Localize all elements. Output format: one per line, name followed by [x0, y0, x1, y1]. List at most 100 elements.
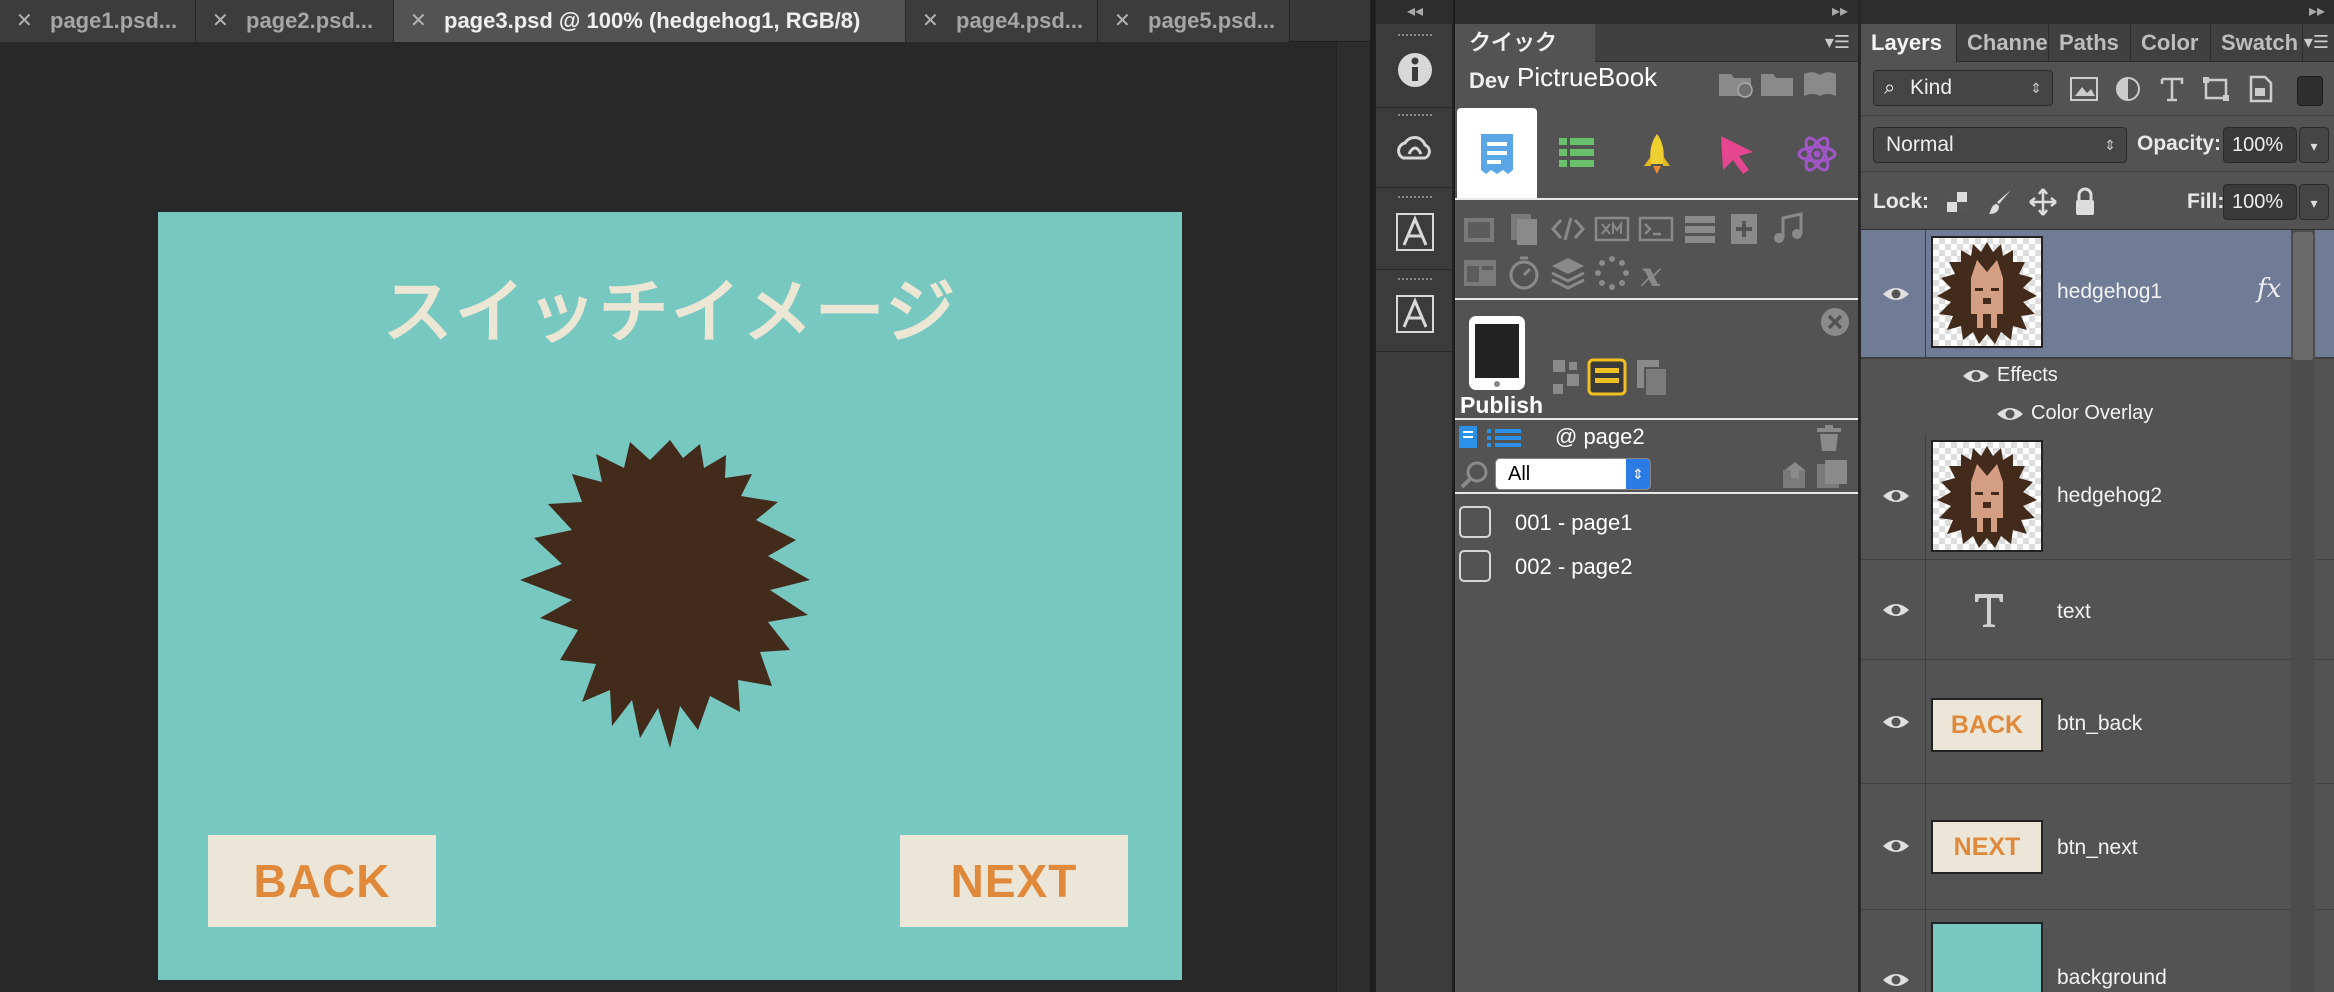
tab-swatches[interactable]: Swatch	[2211, 24, 2303, 62]
layer-thumbnail[interactable]	[1931, 236, 2043, 348]
layer-row-btn-next[interactable]: NEXT btn_next	[1861, 784, 2334, 910]
opacity-input[interactable]: 100%	[2223, 127, 2297, 163]
new-folder-icon[interactable]	[1717, 66, 1755, 100]
web-icon[interactable]	[1461, 254, 1499, 292]
close-icon[interactable]: ✕	[922, 0, 939, 42]
opacity-dropdown[interactable]: ▾	[2299, 127, 2329, 163]
pages-icon[interactable]	[1505, 210, 1543, 248]
export-icon[interactable]	[1781, 460, 1811, 490]
mode-tab-react[interactable]	[1777, 108, 1857, 198]
lock-position-move-icon[interactable]	[2027, 186, 2059, 218]
mode-tab-list[interactable]	[1537, 108, 1617, 198]
layer-thumbnail[interactable]: BACK	[1931, 698, 2043, 752]
layer-name[interactable]: text	[2057, 600, 2091, 624]
panel-menu-icon[interactable]: ▾☰	[2304, 32, 2329, 53]
tab-channels[interactable]: Channe	[1957, 24, 2049, 62]
doc-tab-page5[interactable]: ✕ page5.psd...	[1098, 0, 1290, 42]
doc-tab-page1[interactable]: ✕ page1.psd...	[0, 0, 196, 42]
grip-icon[interactable]	[1398, 196, 1432, 200]
layer-row-text[interactable]: text	[1861, 560, 2334, 660]
layer-name[interactable]: background	[2057, 966, 2167, 990]
next-button-art[interactable]: NEXT	[900, 835, 1128, 927]
server-icon[interactable]	[1681, 210, 1719, 248]
page-view-icon[interactable]	[1457, 424, 1481, 450]
close-icon[interactable]: ✕	[1114, 0, 1131, 42]
pixel-filter-icon[interactable]	[2067, 74, 2101, 104]
layer-row-hedgehog1[interactable]: hedgehog1 fx	[1861, 230, 2334, 358]
kind-filter-select[interactable]: ⌕ Kind ⇕	[1873, 70, 2053, 106]
page-checkbox[interactable]	[1459, 550, 1491, 582]
visibility-eye-icon[interactable]	[1881, 836, 1911, 856]
doc-tab-page2[interactable]: ✕ page2.psd...	[196, 0, 394, 42]
panel-collapse-button[interactable]: ▸▸	[1455, 0, 1858, 24]
layer-thumbnail[interactable]: NEXT	[1931, 820, 2043, 874]
layers-scrollbar-thumb[interactable]	[2293, 232, 2313, 360]
visibility-eye-icon[interactable]	[1881, 712, 1911, 732]
panel-collapse-button[interactable]: ▸▸	[1861, 0, 2334, 24]
layers-icon[interactable]	[1549, 254, 1587, 292]
book-icon[interactable]	[1801, 66, 1839, 100]
hedgehog-silhouette[interactable]	[520, 440, 820, 750]
dock-character-button[interactable]	[1376, 190, 1454, 270]
layer-thumbnail[interactable]	[1931, 922, 2043, 992]
add-file-icon[interactable]	[1725, 210, 1763, 248]
layer-name[interactable]: btn_next	[2057, 836, 2138, 860]
visibility-eye-icon[interactable]	[1995, 404, 2025, 424]
layer-name[interactable]: hedgehog1	[2057, 280, 2162, 304]
lock-pixels-brush-icon[interactable]	[1985, 186, 2017, 218]
trash-icon[interactable]	[1815, 424, 1843, 452]
tab-paths[interactable]: Paths	[2049, 24, 2131, 62]
close-icon[interactable]: ✕	[16, 0, 33, 42]
qr-code-icon[interactable]	[1551, 358, 1581, 398]
grip-icon[interactable]	[1398, 34, 1432, 38]
layer-row-hedgehog2[interactable]: hedgehog2	[1861, 434, 2334, 560]
close-icon[interactable]: ✕	[212, 0, 229, 42]
terminal-icon[interactable]	[1637, 210, 1675, 248]
list-view-icon[interactable]	[1485, 428, 1523, 448]
effects-row[interactable]: Effects	[1861, 356, 2334, 394]
filter-toggle[interactable]	[2297, 76, 2323, 106]
adjustment-filter-icon[interactable]	[2111, 74, 2145, 104]
page-filter-select[interactable]: All ⇕	[1495, 458, 1651, 490]
mode-tab-select[interactable]	[1697, 108, 1777, 198]
dock-cloud-button[interactable]	[1376, 108, 1454, 188]
blend-mode-select[interactable]: Normal ⇕	[1873, 127, 2127, 163]
tab-color[interactable]: Color	[2131, 24, 2211, 62]
timer-icon[interactable]	[1505, 254, 1543, 292]
grip-icon[interactable]	[1398, 278, 1432, 282]
visibility-eye-icon[interactable]	[1961, 366, 1991, 386]
layer-row-btn-back[interactable]: BACK btn_back	[1861, 660, 2334, 784]
mode-tab-document[interactable]	[1457, 108, 1537, 198]
archive-icon[interactable]	[1587, 356, 1627, 396]
doc-tab-page3[interactable]: ✕ page3.psd @ 100% (hedgehog1, RGB/8)	[394, 0, 906, 42]
type-filter-icon[interactable]	[2155, 74, 2189, 104]
dock-paragraph-button[interactable]	[1376, 272, 1454, 352]
text-layer-icon[interactable]	[1971, 590, 2007, 630]
workspace-scrollbar[interactable]	[1336, 42, 1370, 992]
loading-icon[interactable]	[1593, 254, 1631, 292]
dock-collapse-button[interactable]: ◂◂	[1376, 0, 1454, 24]
fill-dropdown[interactable]: ▾	[2299, 184, 2329, 220]
lock-all-icon[interactable]	[2069, 186, 2101, 218]
color-overlay-row[interactable]: Color Overlay	[1861, 394, 2334, 432]
close-icon[interactable]: ✕	[410, 0, 427, 42]
xml-icon[interactable]	[1593, 210, 1631, 248]
variable-icon[interactable]: x	[1637, 254, 1675, 292]
smart-object-filter-icon[interactable]	[2243, 74, 2277, 104]
dock-info-button[interactable]	[1376, 28, 1454, 108]
grip-icon[interactable]	[1398, 114, 1432, 118]
visibility-eye-icon[interactable]	[1881, 600, 1911, 620]
visibility-eye-icon[interactable]	[1881, 970, 1911, 990]
tab-layers[interactable]: Layers	[1861, 24, 1957, 62]
import-icon[interactable]	[1815, 458, 1849, 490]
music-icon[interactable]	[1769, 210, 1807, 248]
layer-thumbnail[interactable]	[1931, 440, 2043, 552]
artboard[interactable]: スイッチイメージ BACK NEXT	[158, 212, 1182, 980]
layer-name[interactable]: btn_back	[2057, 712, 2142, 736]
tab-quickdev[interactable]: クイック Dev	[1455, 24, 1595, 93]
image-folder-icon[interactable]	[1461, 210, 1499, 248]
close-icon[interactable]	[1819, 306, 1851, 338]
tablet-icon[interactable]	[1467, 314, 1527, 392]
panel-menu-icon[interactable]: ▾☰	[1825, 32, 1850, 53]
code-icon[interactable]	[1549, 210, 1587, 248]
